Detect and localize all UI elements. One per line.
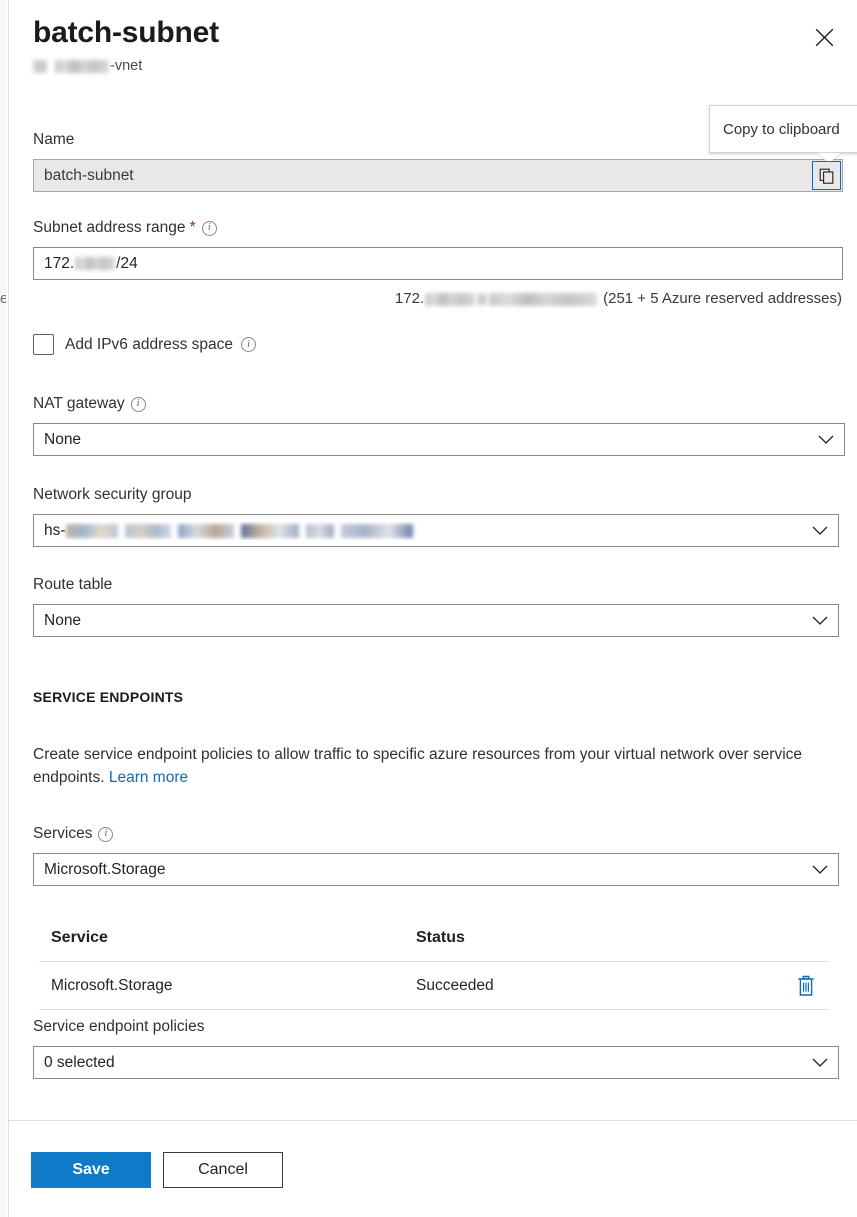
address-range-group: Subnet address range * i 172. /24 172. (25… — [33, 218, 843, 309]
panel-header: batch-subnet -vnet — [33, 14, 833, 76]
blade-panel: batch-subnet -vnet Name batch-subnet — [8, 0, 857, 1217]
address-range-suffix: /24 — [116, 248, 138, 279]
ipv6-label-wrap: Add IPv6 address space i — [65, 336, 256, 354]
name-input-wrapper: batch-subnet — [33, 159, 843, 192]
chevron-down-icon — [818, 435, 834, 445]
policies-value: 0 selected — [44, 1054, 804, 1072]
ipv6-row: Add IPv6 address space i — [33, 334, 256, 355]
cell-service-status: Succeeded — [416, 977, 783, 995]
nsg-select[interactable]: hs- — [33, 514, 839, 547]
ipv6-label: Add IPv6 address space — [65, 336, 233, 354]
service-endpoints-description: Create service endpoint policies to allo… — [33, 743, 833, 789]
footer-divider — [8, 1120, 857, 1121]
subnet-edit-panel: e batch-subnet -vnet Name — [0, 0, 857, 1217]
info-icon[interactable]: i — [131, 397, 146, 412]
policies-select[interactable]: 0 selected — [33, 1046, 839, 1079]
table-row: Microsoft.Storage Succeeded — [39, 962, 829, 1010]
page-title: batch-subnet — [33, 14, 833, 52]
chevron-down-icon — [812, 1058, 828, 1068]
redacted-subtitle-icon — [33, 60, 47, 73]
cancel-button[interactable]: Cancel — [163, 1152, 283, 1188]
policies-label: Service endpoint policies — [33, 1017, 839, 1037]
nat-gateway-label: NAT gateway i — [33, 394, 845, 414]
nsg-value: hs- — [44, 522, 804, 540]
copy-tooltip-text: Copy to clipboard — [723, 121, 840, 138]
nat-gateway-value: None — [44, 431, 810, 449]
redacted-hint-end-ip — [489, 293, 597, 306]
cell-service-name: Microsoft.Storage — [39, 977, 416, 995]
copy-icon — [819, 168, 835, 184]
name-input[interactable]: batch-subnet — [33, 159, 843, 192]
address-range-prefix: 172. — [44, 248, 74, 279]
copy-to-clipboard-button[interactable] — [812, 161, 841, 190]
trash-icon — [796, 975, 816, 997]
footer-actions: Save Cancel — [31, 1152, 283, 1188]
redacted-address-octets — [75, 257, 115, 270]
subtitle-suffix: -vnet — [110, 56, 142, 76]
nat-gateway-group: NAT gateway i None — [33, 394, 845, 456]
route-table-select[interactable]: None — [33, 604, 839, 637]
services-select[interactable]: Microsoft.Storage — [33, 853, 839, 886]
route-table-group: Route table None — [33, 575, 839, 637]
save-button[interactable]: Save — [31, 1152, 151, 1188]
chevron-down-icon — [812, 526, 828, 536]
delete-service-endpoint-button[interactable] — [796, 975, 816, 997]
panel-subtitle: -vnet — [33, 56, 833, 76]
services-value: Microsoft.Storage — [44, 861, 804, 879]
ipv6-checkbox-group: Add IPv6 address space i — [33, 334, 256, 355]
address-range-label: Subnet address range * i — [33, 218, 843, 238]
nsg-group: Network security group hs- — [33, 485, 839, 547]
close-icon — [815, 28, 834, 47]
address-range-hint: 172. (251 + 5 Azure reserved addresses) — [33, 289, 843, 309]
redacted-hint-dash — [477, 294, 487, 305]
service-endpoints-section-title: SERVICE ENDPOINTS — [33, 689, 183, 705]
learn-more-link[interactable]: Learn more — [109, 769, 188, 786]
chevron-down-icon — [812, 616, 828, 626]
redacted-vnet-name — [55, 60, 109, 73]
redacted-nsg-name — [66, 524, 413, 538]
nsg-label: Network security group — [33, 485, 839, 505]
required-asterisk: * — [190, 221, 196, 235]
nsg-value-prefix: hs- — [44, 522, 66, 540]
route-table-value: None — [44, 612, 804, 630]
nat-gateway-select[interactable]: None — [33, 423, 845, 456]
info-icon[interactable]: i — [241, 337, 256, 352]
add-ipv6-checkbox[interactable] — [33, 334, 54, 355]
service-endpoints-table: Service Status Microsoft.Storage Succeed… — [39, 914, 829, 1010]
table-header-row: Service Status — [39, 914, 829, 962]
cell-actions — [783, 975, 829, 997]
close-button[interactable] — [807, 20, 841, 54]
services-label: Services i — [33, 824, 839, 844]
underlying-page-strip: e — [0, 0, 7, 1217]
info-icon[interactable]: i — [202, 221, 217, 236]
service-endpoint-policies-group: Service endpoint policies 0 selected — [33, 1017, 839, 1079]
services-group: Services i Microsoft.Storage — [33, 824, 839, 886]
underlying-text-fragment: e — [0, 288, 6, 310]
hint-prefix: 172. — [395, 289, 424, 309]
hint-suffix: (251 + 5 Azure reserved addresses) — [603, 289, 842, 309]
column-header-status: Status — [416, 929, 783, 947]
address-range-input[interactable]: 172. /24 — [33, 247, 843, 280]
route-table-label: Route table — [33, 575, 839, 595]
column-header-service: Service — [39, 929, 416, 947]
chevron-down-icon — [812, 865, 828, 875]
copy-tooltip: Copy to clipboard — [709, 105, 857, 153]
redacted-hint-start-ip — [425, 293, 475, 306]
info-icon[interactable]: i — [98, 827, 113, 842]
